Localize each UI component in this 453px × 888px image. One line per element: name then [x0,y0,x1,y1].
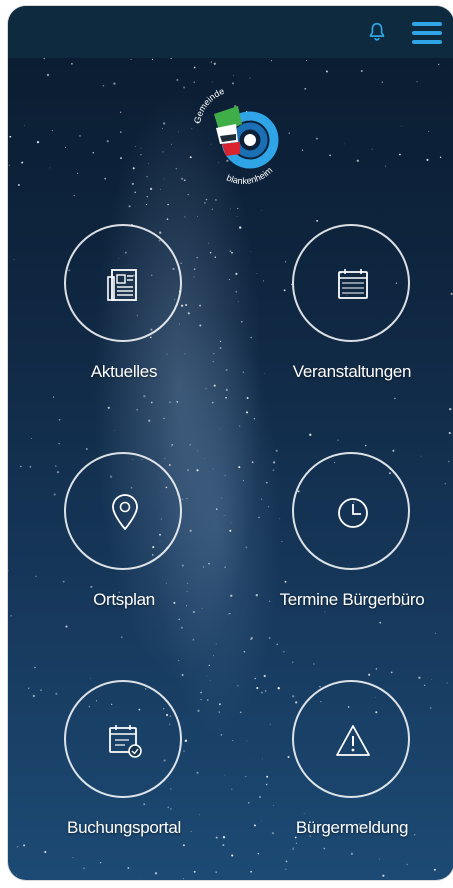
tile-circle[interactable] [292,224,410,342]
warning-triangle-icon [336,725,370,756]
tile-label[interactable]: Veranstaltungen [242,362,453,382]
top-bar [8,6,453,58]
tile-circle[interactable] [64,224,182,342]
tile-veranstaltungen[interactable]: Veranstaltungen [262,224,442,384]
map-pin-icon [112,494,138,530]
calendar-icon [338,269,368,299]
clock-icon [338,498,368,528]
tile-label[interactable]: Bürgermeldung [242,818,453,838]
booking-calendar-icon [109,725,142,758]
tile-circle[interactable] [292,680,410,798]
tile-buergermeldung[interactable]: Bürgermeldung [262,680,442,840]
tile-aktuelles[interactable]: Aktuelles [34,224,214,384]
tile-circle[interactable] [64,680,182,798]
municipality-logo: Gemeinde blankenheim [192,86,279,186]
tile-ortsplan[interactable]: Ortsplan [34,452,214,612]
tile-label[interactable]: Ortsplan [14,590,234,610]
bell-icon[interactable] [366,21,388,43]
hamburger-menu-icon[interactable] [412,22,442,44]
app-screen: Gemeinde blankenheim Aktuelles Veranstal… [8,6,453,880]
tile-termine-buergerbuero[interactable]: Termine Bürgerbüro [262,452,442,612]
tile-label[interactable]: Buchungsportal [14,818,234,838]
tile-label[interactable]: Aktuelles [14,362,234,382]
tile-circle[interactable] [292,452,410,570]
tile-circle[interactable] [64,452,182,570]
tile-label[interactable]: Termine Bürgerbüro [242,590,453,610]
newspaper-icon [107,269,137,301]
tile-buchungsportal[interactable]: Buchungsportal [34,680,214,840]
